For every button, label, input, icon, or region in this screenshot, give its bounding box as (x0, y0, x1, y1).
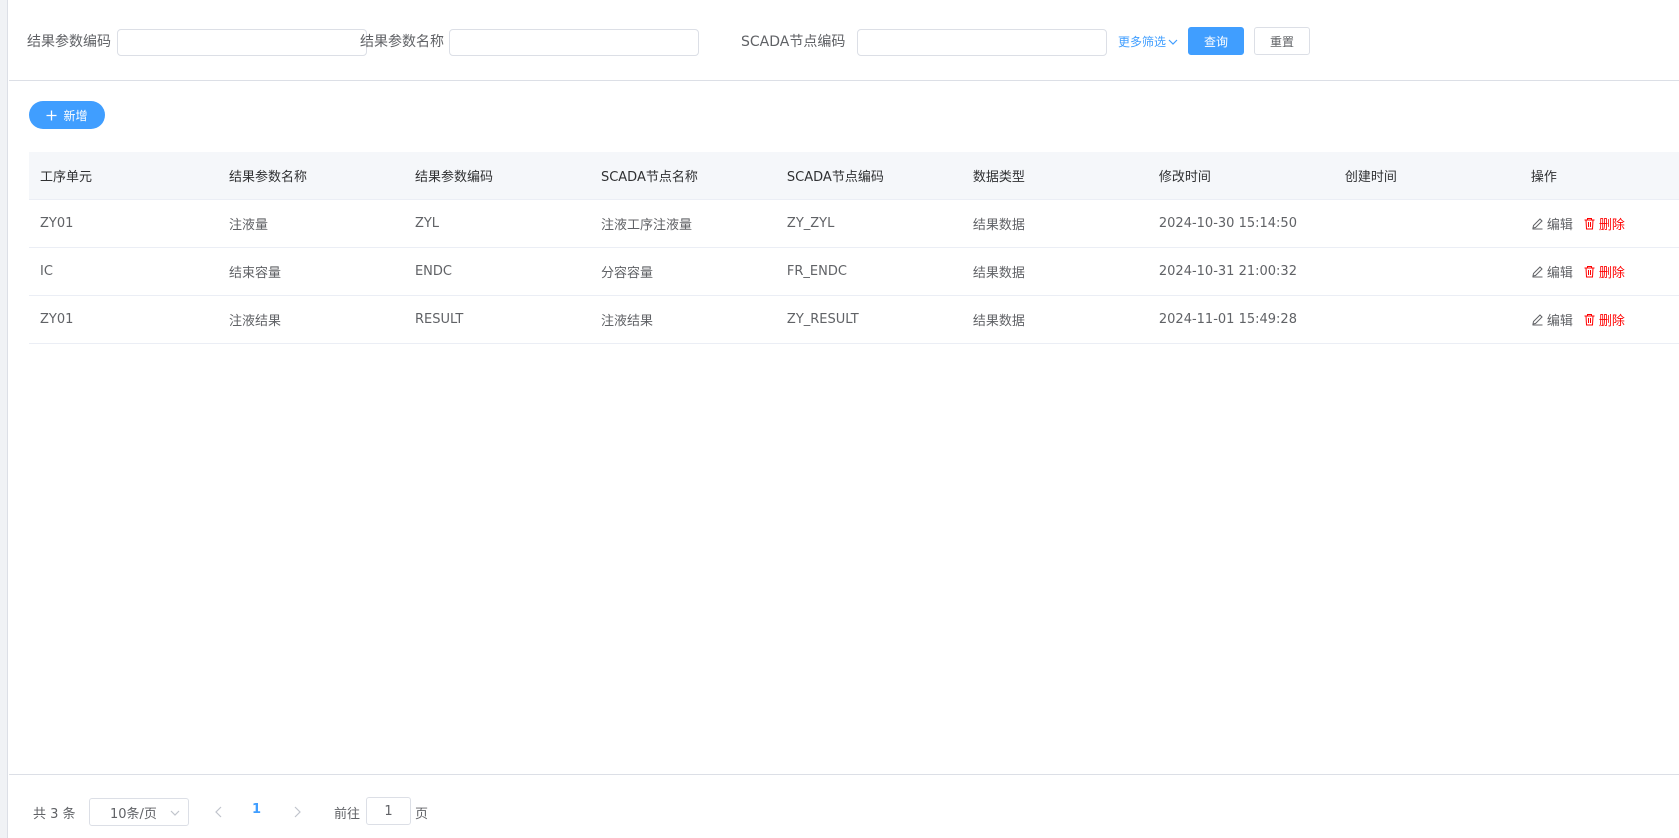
cell-param-code: ZYL (414, 216, 440, 231)
col-header-param-name: 结果参数名称 (228, 170, 307, 185)
page-size-select[interactable]: 10条/页 (89, 798, 189, 826)
prev-page-button[interactable] (214, 803, 224, 822)
name-filter-input[interactable] (449, 29, 699, 56)
cell-param-code: ENDC (414, 264, 452, 279)
cell-data-type: 结果数据 (972, 218, 1025, 233)
table-row: IC 结束容量 ENDC 分容容量 FR_ENDC 结果数据 2024-10-3… (29, 248, 1679, 296)
col-header-param-code: 结果参数编码 (414, 170, 493, 185)
cell-scada-name: 注液工序注液量 (600, 218, 692, 233)
delete-label: 删除 (1598, 218, 1625, 233)
cell-actions: 编辑 删除 (1520, 310, 1679, 329)
table-header: 工序单元 结果参数名称 结果参数编码 SCADA节点名称 SCADA节点编码 数… (29, 152, 1679, 200)
trash-icon (1584, 314, 1595, 326)
code-filter-input[interactable] (117, 29, 367, 56)
cell-actions: 编辑 删除 (1520, 214, 1679, 233)
cell-process-unit: IC (40, 264, 53, 279)
pencil-icon (1532, 266, 1543, 278)
table-row: ZY01 注液量 ZYL 注液工序注液量 ZY_ZYL 结果数据 2024-10… (29, 200, 1679, 248)
cell-scada-code: ZY_RESULT (786, 312, 859, 327)
goto-suffix: 页 (415, 807, 429, 822)
edit-button[interactable]: 编辑 (1531, 214, 1573, 233)
delete-label: 删除 (1598, 314, 1625, 329)
delete-button[interactable]: 删除 (1583, 214, 1625, 233)
cell-scada-name: 注液结果 (600, 314, 653, 329)
col-header-process-unit: 工序单元 (40, 170, 93, 185)
edit-button[interactable]: 编辑 (1531, 310, 1573, 329)
add-button[interactable]: 新增 (29, 101, 105, 129)
cell-param-code: RESULT (414, 312, 464, 327)
scada-filter-input[interactable] (857, 29, 1107, 56)
col-header-data-type: 数据类型 (972, 170, 1025, 185)
left-sidebar-edge (0, 0, 8, 838)
total-count: 共 3 条 (33, 807, 76, 822)
goto-label: 前往 (334, 807, 361, 822)
pencil-icon (1532, 314, 1543, 326)
more-filter-toggle[interactable]: 更多筛选 (1118, 34, 1178, 50)
trash-icon (1584, 266, 1595, 278)
cell-actions: 编辑 删除 (1520, 262, 1679, 281)
more-filter-label: 更多筛选 (1118, 35, 1167, 49)
result-param-table: 工序单元 结果参数名称 结果参数编码 SCADA节点名称 SCADA节点编码 数… (29, 152, 1679, 344)
cell-scada-code: FR_ENDC (786, 264, 847, 279)
add-button-label: 新增 (63, 108, 88, 123)
edit-label: 编辑 (1546, 266, 1573, 281)
delete-button[interactable]: 删除 (1583, 310, 1625, 329)
delete-button[interactable]: 删除 (1583, 262, 1625, 281)
plus-icon (46, 110, 57, 120)
edit-label: 编辑 (1546, 218, 1573, 233)
pencil-icon (1532, 218, 1543, 230)
col-header-actions: 操作 (1530, 170, 1557, 185)
chevron-left-icon (215, 806, 222, 818)
cell-param-name: 注液结果 (228, 314, 281, 329)
col-header-scada-code: SCADA节点编码 (786, 170, 884, 185)
app-main: 结果参数编码 结果参数名称 SCADA节点编码 更多筛选 查询 重置 新增 工序… (9, 0, 1679, 838)
cell-modified-time: 2024-10-31 21:00:32 (1158, 264, 1297, 279)
reset-button[interactable]: 重置 (1254, 27, 1310, 55)
query-button[interactable]: 查询 (1188, 27, 1244, 55)
trash-icon (1584, 218, 1595, 230)
cell-scada-name: 分容容量 (600, 266, 653, 281)
cell-scada-code: ZY_ZYL (786, 216, 835, 231)
edit-button[interactable]: 编辑 (1531, 262, 1573, 281)
col-header-modified-time: 修改时间 (1158, 170, 1211, 185)
col-header-created-time: 创建时间 (1344, 170, 1397, 185)
table-row: ZY01 注液结果 RESULT 注液结果 ZY_RESULT 结果数据 202… (29, 296, 1679, 344)
cell-param-name: 结束容量 (228, 266, 281, 281)
pagination-bar: 共 3 条 10条/页 1 前往 页 (9, 774, 1679, 838)
cell-process-unit: ZY01 (40, 216, 74, 231)
cell-data-type: 结果数据 (972, 266, 1025, 281)
goto-page-input[interactable] (366, 797, 411, 825)
cell-modified-time: 2024-11-01 15:49:28 (1158, 312, 1297, 327)
name-filter-label: 结果参数名称 (360, 34, 444, 50)
chevron-right-icon (294, 806, 301, 818)
page-number-current[interactable]: 1 (252, 802, 261, 817)
chevron-down-icon (170, 810, 180, 816)
filter-bar: 结果参数编码 结果参数名称 SCADA节点编码 更多筛选 查询 重置 (9, 0, 1679, 81)
chevron-down-icon (1168, 39, 1178, 45)
code-filter-label: 结果参数编码 (27, 34, 111, 50)
cell-data-type: 结果数据 (972, 314, 1025, 329)
cell-modified-time: 2024-10-30 15:14:50 (1158, 216, 1297, 231)
cell-param-name: 注液量 (228, 218, 268, 233)
scada-filter-label: SCADA节点编码 (741, 34, 846, 50)
edit-label: 编辑 (1546, 314, 1573, 329)
page-size-value: 10条/页 (110, 806, 157, 822)
cell-process-unit: ZY01 (40, 312, 74, 327)
next-page-button[interactable] (292, 803, 302, 822)
delete-label: 删除 (1598, 266, 1625, 281)
col-header-scada-name: SCADA节点名称 (600, 170, 698, 185)
